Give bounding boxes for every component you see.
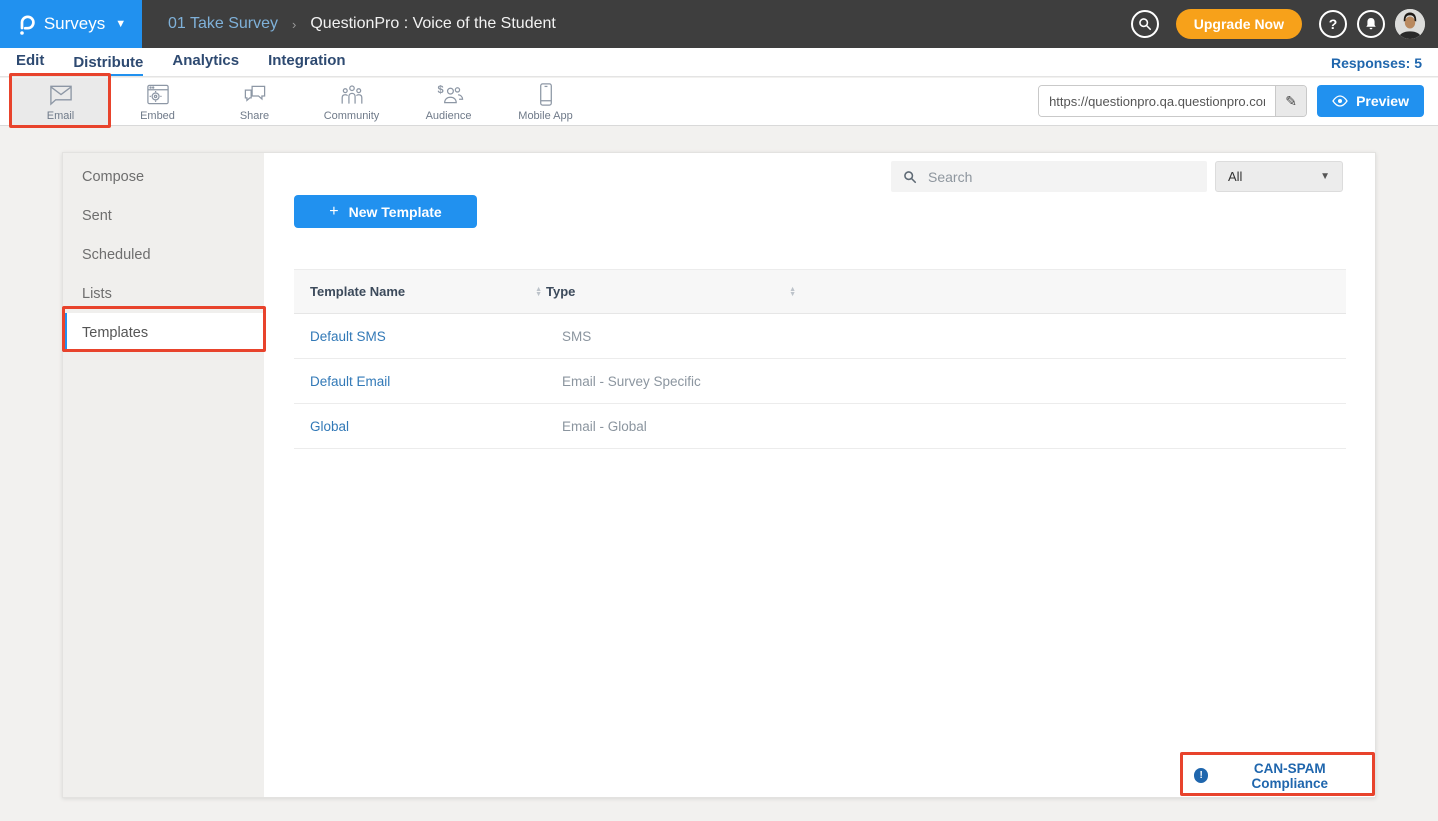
eye-icon <box>1332 95 1348 107</box>
notifications-button[interactable] <box>1357 10 1385 38</box>
can-spam-compliance-link[interactable]: ! CAN-SPAM Compliance <box>1188 759 1369 792</box>
table-row: Default Email Email - Survey Specific <box>294 359 1346 404</box>
help-button[interactable]: ? <box>1319 10 1347 38</box>
toolbar-item-label: Embed <box>140 110 175 122</box>
email-icon <box>46 82 76 107</box>
app-header: Surveys ▼ 01 Take Survey › QuestionPro :… <box>0 0 1438 48</box>
upgrade-now-button[interactable]: Upgrade Now <box>1176 9 1302 39</box>
search-icon <box>903 170 917 184</box>
template-search-field <box>891 161 1207 192</box>
email-side-nav: Compose Sent Scheduled Lists Templates <box>63 153 264 797</box>
community-icon <box>337 82 367 107</box>
chevron-down-icon: ▼ <box>115 18 126 30</box>
sidebar-item-templates[interactable]: Templates <box>63 313 264 352</box>
survey-url-input[interactable] <box>1039 86 1275 116</box>
table-row: Default SMS SMS <box>294 314 1346 359</box>
template-search-input[interactable] <box>926 168 1195 186</box>
embed-icon <box>144 82 172 107</box>
distribute-toolbar: Email Embed Share Community $ Audience M… <box>0 78 1438 126</box>
tab-analytics[interactable]: Analytics <box>172 53 239 76</box>
product-switcher[interactable]: Surveys ▼ <box>0 0 142 48</box>
new-template-label: New Template <box>349 204 442 220</box>
breadcrumb: 01 Take Survey › QuestionPro : Voice of … <box>168 15 556 33</box>
sidebar-item-sent[interactable]: Sent <box>63 196 264 235</box>
survey-nav-tabs: Edit Distribute Analytics Integration Re… <box>0 48 1438 77</box>
table-header-row: Template Name ▲▼ Type ▲▼ <box>294 269 1346 314</box>
toolbar-item-email[interactable]: Email <box>12 78 109 125</box>
can-spam-label: CAN-SPAM Compliance <box>1216 761 1363 791</box>
info-icon: ! <box>1194 768 1208 783</box>
toolbar-item-label: Share <box>240 110 269 122</box>
breadcrumb-survey-link[interactable]: 01 Take Survey <box>168 15 278 33</box>
bell-icon <box>1364 17 1378 31</box>
audience-icon: $ <box>434 82 464 107</box>
user-avatar[interactable] <box>1395 9 1425 39</box>
survey-url-group: ✎ <box>1038 85 1307 117</box>
toolbar-item-label: Email <box>47 110 75 122</box>
preview-label: Preview <box>1356 93 1409 109</box>
sidebar-item-scheduled[interactable]: Scheduled <box>63 235 264 274</box>
preview-button[interactable]: Preview <box>1317 85 1424 117</box>
tab-edit[interactable]: Edit <box>16 53 44 76</box>
filter-selected-value: All <box>1228 169 1242 184</box>
search-button[interactable] <box>1131 10 1159 38</box>
toolbar-item-mobile-app[interactable]: Mobile App <box>497 78 594 125</box>
templates-content: All ▼ + New Template Template Name ▲▼ Ty… <box>264 153 1375 797</box>
toolbar-item-label: Audience <box>426 110 472 122</box>
type-filter-dropdown[interactable]: All ▼ <box>1215 161 1343 192</box>
sort-icon[interactable]: ▲▼ <box>789 287 796 297</box>
toolbar-item-audience[interactable]: $ Audience <box>400 78 497 125</box>
templates-panel: Compose Sent Scheduled Lists Templates A… <box>62 152 1376 798</box>
mobile-app-icon <box>538 82 554 107</box>
new-template-button[interactable]: + New Template <box>294 195 477 228</box>
toolbar-item-share[interactable]: Share <box>206 78 303 125</box>
breadcrumb-separator-icon: › <box>292 17 296 32</box>
share-icon <box>241 82 269 107</box>
responses-count[interactable]: Responses: 5 <box>1331 55 1422 71</box>
plus-icon: + <box>329 203 338 221</box>
template-name-link[interactable]: Default Email <box>310 374 390 389</box>
product-name: Surveys <box>44 14 105 34</box>
breadcrumb-current-title: QuestionPro : Voice of the Student <box>310 15 556 33</box>
sidebar-item-lists[interactable]: Lists <box>63 274 264 313</box>
question-mark-icon: ? <box>1329 16 1338 32</box>
search-icon <box>1138 17 1152 31</box>
toolbar-item-community[interactable]: Community <box>303 78 400 125</box>
template-name-link[interactable]: Default SMS <box>310 329 386 344</box>
toolbar-item-embed[interactable]: Embed <box>109 78 206 125</box>
questionpro-logo-icon <box>16 13 36 36</box>
svg-text:$: $ <box>437 84 443 96</box>
tab-integration[interactable]: Integration <box>268 53 346 76</box>
toolbar-item-label: Mobile App <box>518 110 572 122</box>
templates-table: Template Name ▲▼ Type ▲▼ Default SMS SMS… <box>294 269 1346 449</box>
pencil-icon: ✎ <box>1285 93 1297 109</box>
template-type: Email - Global <box>562 419 647 434</box>
sidebar-item-compose[interactable]: Compose <box>63 157 264 196</box>
table-row: Global Email - Global <box>294 404 1346 449</box>
template-type: Email - Survey Specific <box>562 374 701 389</box>
toolbar-right-group: ✎ Preview <box>1038 85 1424 117</box>
tab-distribute[interactable]: Distribute <box>73 55 143 76</box>
column-header-template-name: Template Name <box>310 284 405 299</box>
chevron-down-icon: ▼ <box>1320 171 1330 182</box>
edit-url-button[interactable]: ✎ <box>1275 86 1306 116</box>
template-type: SMS <box>562 329 591 344</box>
header-actions: Upgrade Now ? <box>1131 9 1438 39</box>
column-header-type: Type <box>546 284 575 299</box>
toolbar-item-label: Community <box>324 110 380 122</box>
sort-icon[interactable]: ▲▼ <box>535 287 542 297</box>
template-name-link[interactable]: Global <box>310 419 349 434</box>
